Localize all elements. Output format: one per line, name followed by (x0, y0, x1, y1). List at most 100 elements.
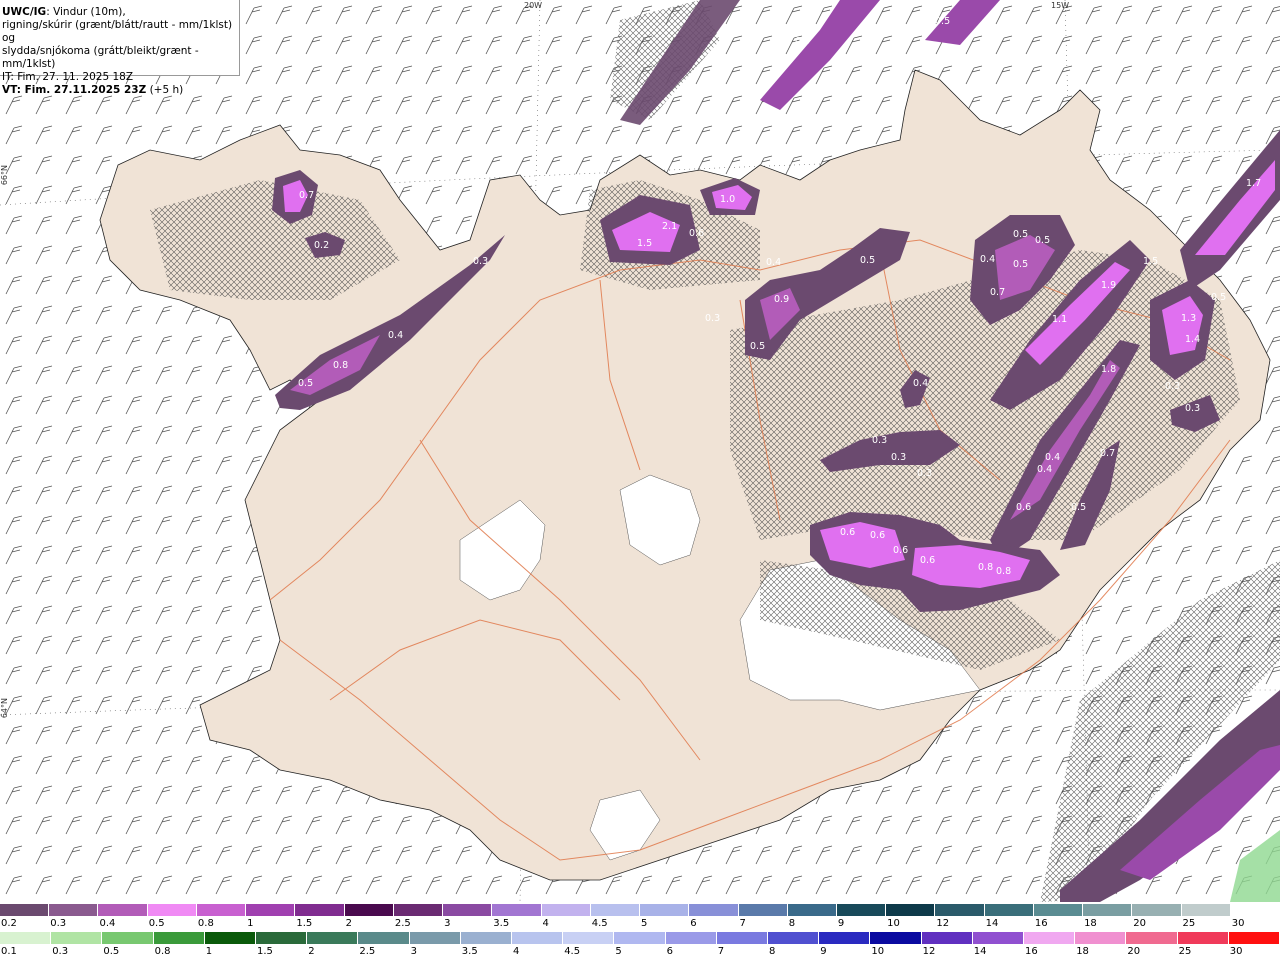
lead-time: (+5 h) (146, 84, 184, 96)
precip-label: 1.8 (1101, 364, 1116, 375)
snow-scale-labels: 0.2 0.3 0.4 0.5 0.8 1 1.5 2 2.5 3 3.5 4 4.5 5 6 7 8 9 10 12… (0, 918, 1280, 930)
precip-label: 0.3 (473, 256, 488, 267)
scale-label: 3.5 (493, 918, 510, 929)
precip-label: 0.2 (314, 240, 329, 251)
scale-label: 16 (1034, 918, 1048, 929)
scale-swatch (836, 904, 887, 916)
scale-swatch (1024, 932, 1076, 944)
precip-label: 0.6 (920, 555, 935, 566)
scale-label: 18 (1084, 918, 1097, 929)
scale-swatch (870, 932, 922, 944)
precip-label: 1.5 (637, 238, 652, 249)
precip-label: 0.3 (917, 468, 932, 479)
scale-swatch (0, 932, 52, 944)
scale-swatch (563, 932, 615, 944)
scale-swatch (51, 932, 103, 944)
scale-swatch (1230, 904, 1280, 916)
scale-label: 1 (205, 946, 213, 957)
scale-swatch (147, 904, 197, 916)
scale-swatch (935, 904, 985, 916)
scale-swatch (409, 932, 461, 944)
scale-label: 6 (690, 918, 697, 929)
scale-label: 0.3 (52, 946, 69, 957)
precip-label: 0.5 (1013, 229, 1028, 240)
precip-label: 0.7 (990, 287, 1005, 298)
scale-swatch (787, 904, 837, 916)
scale-label: 30 (1229, 946, 1243, 957)
precip-label: 0.5 (1013, 259, 1028, 270)
scale-swatch (921, 932, 973, 944)
precip-label: 0.5 (1071, 502, 1086, 513)
precip-label: 1.4 (1185, 334, 1200, 345)
scale-label: 7 (739, 918, 746, 929)
scale-swatch (590, 904, 641, 916)
scale-swatch (358, 932, 410, 944)
scale-label: 0.5 (148, 918, 165, 929)
scale-swatch (1126, 932, 1178, 944)
scale-label: 10 (887, 918, 900, 929)
model-name: UWC/IG (2, 6, 47, 18)
scale-label: 16 (1025, 946, 1038, 957)
scale-label: 0.4 (99, 918, 116, 929)
forecast-map[interactable]: 0.5 0.5 0.5 0.7 0.2 0.3 0.4 0.8 0.5 2.1 … (0, 0, 1280, 902)
scale-label: 4 (513, 946, 520, 957)
map-info-box: UWC/IG: Vindur (10m), rigning/skúrir (gr… (0, 0, 240, 96)
info-line-1: UWC/IG: Vindur (10m), (2, 6, 239, 19)
precip-label: 0.5 (1211, 292, 1226, 303)
precip-label: 0.3 (705, 313, 720, 324)
scale-label: 25 (1178, 946, 1192, 957)
scale-label: 4.5 (591, 918, 608, 929)
scale-label: 5 (615, 946, 622, 957)
scale-label: 14 (973, 946, 987, 957)
scale-label: 0.8 (154, 946, 171, 957)
scale-swatch (1132, 904, 1182, 916)
precip-label: 0.8 (978, 562, 993, 573)
precip-label: 0.9 (774, 294, 789, 305)
scale-label: 30 (1231, 918, 1245, 929)
scale-swatch (1177, 932, 1229, 944)
scale-label: 3 (444, 918, 451, 929)
scale-swatch (295, 904, 345, 916)
scale-swatch (984, 904, 1034, 916)
scale-swatch (256, 932, 308, 944)
scale-swatch (886, 904, 936, 916)
scale-swatch (972, 932, 1025, 944)
lon-label-20w: 20W (524, 1, 543, 10)
scale-swatch (492, 904, 542, 916)
scale-swatch (614, 932, 666, 944)
scale-label: 4 (542, 918, 549, 929)
info-line-3: slydda/snjókoma (grátt/bleikt/grænt - mm… (2, 45, 199, 70)
scale-swatch (98, 904, 148, 916)
precip-label: 0.5 (795, 36, 810, 47)
precip-label: 0.6 (893, 545, 908, 556)
scale-swatch (1228, 932, 1280, 944)
scale-swatch (819, 932, 871, 944)
scale-label: 0.2 (1, 918, 17, 929)
rain-scale-labels: 0.1 0.3 0.5 0.8 1 1.5 2 2.5 3 3.5 4 4.5 5 6 7 8 9 10 12 14 1… (0, 946, 1280, 958)
precip-label: 0.4 (766, 257, 781, 268)
scale-label: 8 (769, 946, 776, 957)
precip-label: 0.5 (1035, 235, 1050, 246)
scale-swatch (0, 904, 50, 916)
scale-swatch (716, 932, 769, 944)
scale-swatch (307, 932, 359, 944)
scale-label: 9 (837, 918, 845, 929)
scale-label: 1.5 (296, 918, 313, 929)
scale-label: 12 (922, 946, 936, 957)
precip-label: 0.3 (872, 435, 887, 446)
scale-swatch (665, 932, 717, 944)
scale-label: 6 (666, 946, 673, 957)
precip-label: 1.3 (1181, 313, 1196, 324)
variable-title: : Vindur (10m), (46, 6, 126, 18)
scale-label: 0.5 (103, 946, 120, 957)
precip-label: 0.4 (980, 254, 995, 265)
scale-swatch (102, 932, 154, 944)
precip-label: 0.3 (1185, 403, 1200, 414)
scale-swatch (393, 904, 444, 916)
scale-swatch (1181, 904, 1231, 916)
precip-label: 2.1 (662, 221, 677, 232)
scale-swatch (541, 904, 591, 916)
scale-swatch (1075, 932, 1127, 944)
precip-label: 0.6 (1016, 502, 1031, 513)
scale-swatch (443, 904, 493, 916)
